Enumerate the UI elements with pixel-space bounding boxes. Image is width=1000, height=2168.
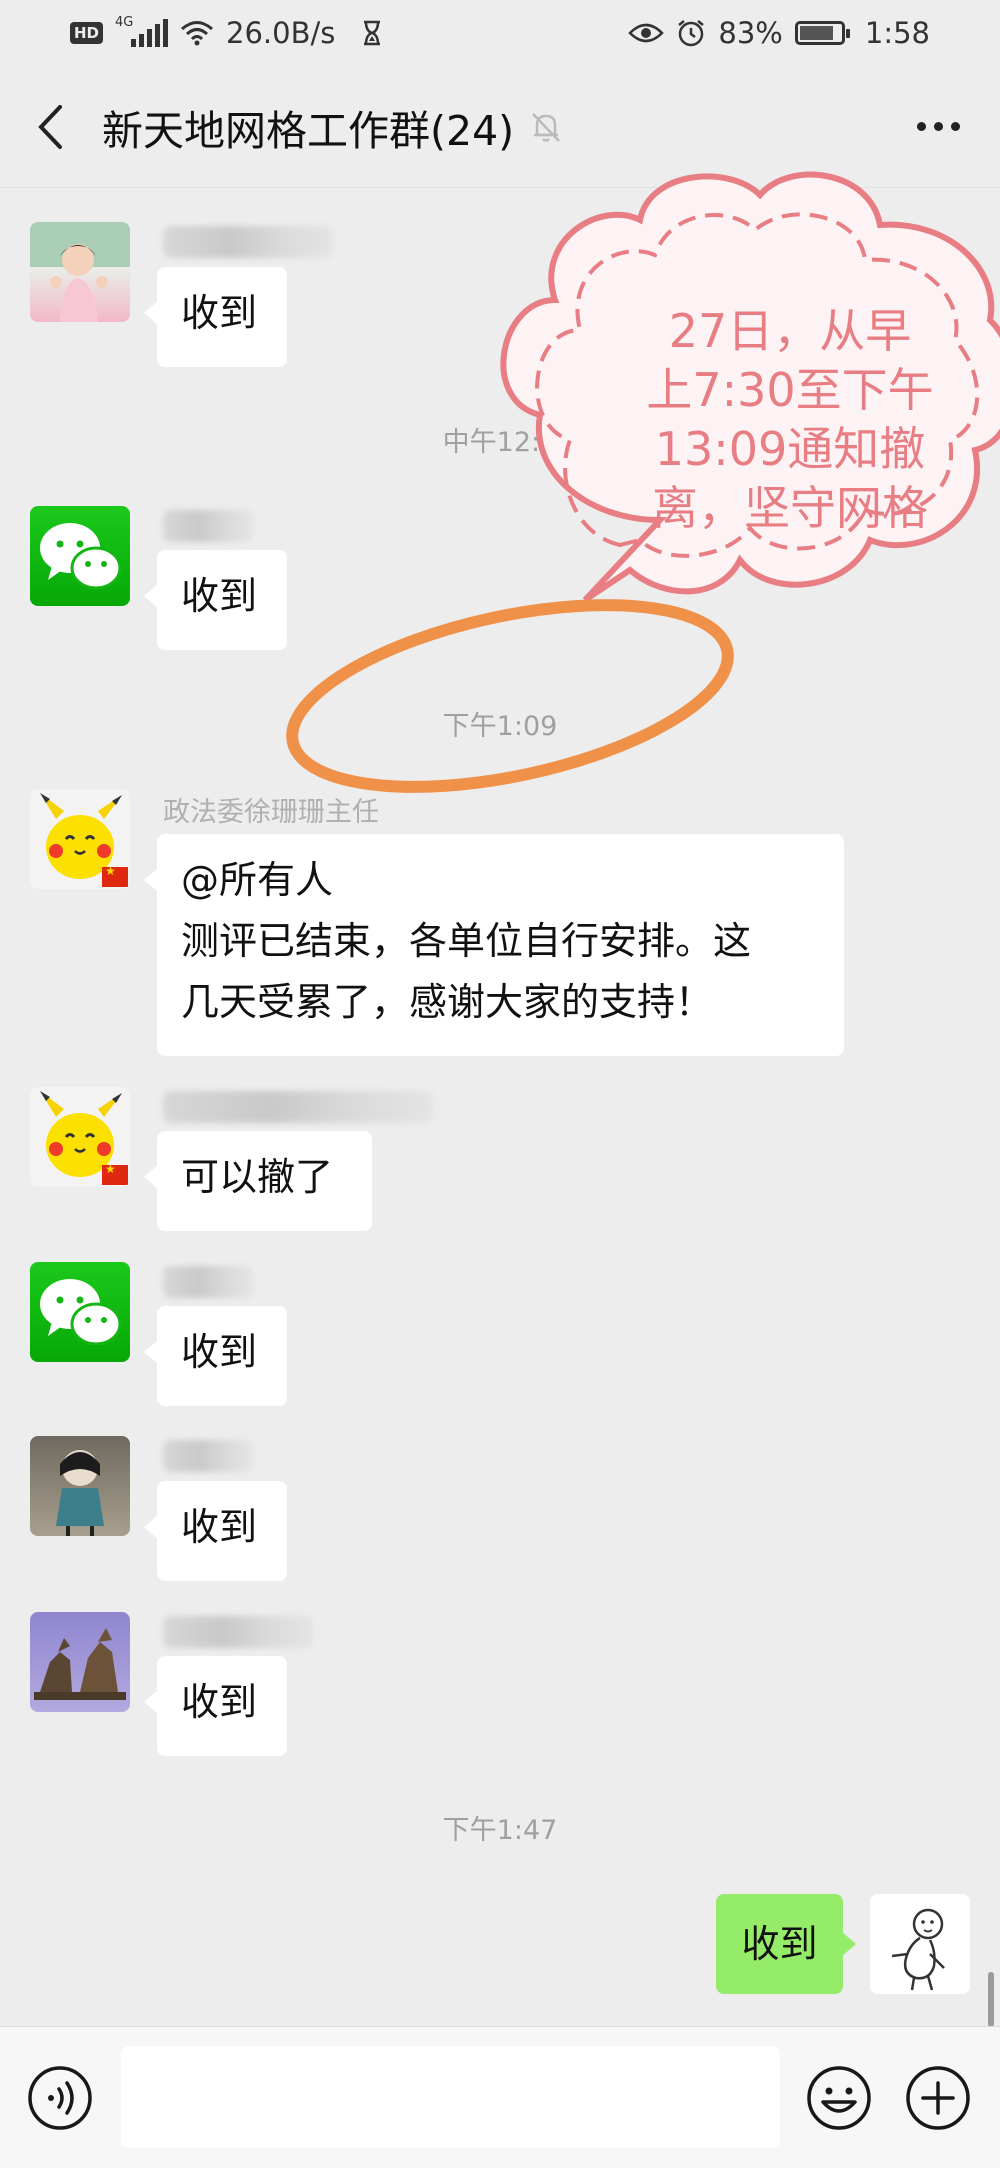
hd-badge: HD — [70, 22, 104, 44]
status-right: 83% 1:58 — [628, 16, 930, 50]
annotation-orange-circle — [286, 599, 734, 793]
my-message-bubble[interactable]: 收到 — [716, 1894, 856, 1994]
sketch-figure-avatar — [891, 1908, 945, 1991]
avatar[interactable] — [30, 222, 130, 322]
timestamp: 下午1:47 — [442, 1815, 558, 1846]
sender-name: 政法委徐珊珊主任 — [163, 797, 379, 828]
sender-name-blurred — [163, 1266, 253, 1298]
message-bubble[interactable]: 收到 — [144, 267, 287, 367]
china-flag-badge-icon — [102, 1162, 128, 1185]
wechat-default-avatar-icon — [40, 523, 122, 590]
message-bubble[interactable]: 收到 — [144, 1481, 287, 1581]
mute-bell-icon — [532, 112, 561, 142]
emoji-icon — [807, 2066, 871, 2130]
message-line: 测评已结束，各单位自行安排。这 — [181, 919, 752, 963]
message-bubble[interactable]: 收到 — [144, 550, 287, 650]
timestamp: 下午1:09 — [442, 711, 558, 742]
child-photo-avatar — [30, 222, 130, 322]
dot-icon — [951, 122, 960, 131]
horse-statue-avatar — [34, 1628, 126, 1700]
china-flag-badge-icon — [102, 864, 128, 887]
annotation-line: 27日，从早 — [668, 304, 912, 358]
avatar[interactable] — [30, 789, 130, 889]
hourglass-icon — [364, 20, 381, 46]
clock: 1:58 — [864, 16, 930, 50]
input-bar — [0, 2026, 1000, 2168]
battery-icon — [794, 21, 850, 45]
sender-name-blurred — [163, 226, 333, 258]
avatar[interactable] — [30, 1612, 130, 1712]
battery-level — [799, 26, 833, 40]
network-type-label: 4G — [115, 15, 134, 30]
network-speed: 26.0B/s — [226, 16, 336, 50]
message-bubble[interactable]: 收到 — [144, 1306, 287, 1406]
scrollbar-thumb[interactable] — [988, 1972, 994, 2027]
chevron-left-icon — [38, 104, 62, 149]
annotation-line: 离，坚守网格 — [652, 481, 928, 535]
alarm-icon — [678, 20, 705, 47]
my-avatar[interactable] — [870, 1894, 970, 1994]
avatar[interactable] — [30, 1436, 130, 1536]
message-input[interactable] — [121, 2046, 780, 2148]
emoji-button[interactable] — [806, 2065, 872, 2131]
message-bubble[interactable]: 可以撤了 — [144, 1131, 372, 1231]
annotation-text: 27日，从早 上7:30至下午 13:09通知撤 离，坚守网格 — [620, 302, 960, 538]
message-bubble[interactable]: @所有人 测评已结束，各单位自行安排。这 几天受累了，感谢大家的支持！ — [144, 834, 844, 1056]
message-bubble[interactable]: 收到 — [144, 1656, 287, 1756]
avatar[interactable] — [30, 1087, 130, 1187]
wechat-default-avatar-icon — [40, 1279, 122, 1346]
message-line: 几天受累了，感谢大家的支持！ — [181, 980, 714, 1024]
message-line: @所有人 — [181, 858, 334, 902]
status-bar: HD 4G 26.0B/s 83% 1:58 — [0, 0, 1000, 66]
more-functions-button[interactable] — [905, 2065, 971, 2131]
sender-name-blurred — [163, 1616, 313, 1648]
sender-name-blurred — [163, 1440, 253, 1472]
avatar[interactable] — [30, 506, 130, 606]
more-options-button[interactable] — [903, 108, 974, 145]
avatar[interactable] — [30, 1262, 130, 1362]
chat-header: 新天地网格工作群(24) — [0, 66, 1000, 188]
sender-name-blurred — [163, 510, 253, 542]
voice-input-button[interactable] — [27, 2065, 93, 2131]
sender-name-blurred — [163, 1091, 433, 1123]
plus-icon — [906, 2066, 970, 2130]
battery-percent: 83% — [718, 16, 783, 50]
cellular-signal-icon: 4G — [115, 15, 169, 47]
eye-comfort-icon — [628, 23, 665, 43]
doll-photo-avatar — [56, 1450, 104, 1536]
dot-icon — [917, 122, 926, 131]
status-left: HD 4G 26.0B/s — [70, 15, 383, 50]
back-button[interactable] — [26, 97, 74, 157]
voice-icon — [28, 2066, 92, 2130]
chat-title: 新天地网格工作群(24) — [102, 106, 515, 155]
wifi-icon — [181, 21, 213, 46]
dot-icon — [934, 122, 943, 131]
annotation-line: 上7:30至下午 — [646, 363, 934, 417]
annotation-line: 13:09通知撤 — [654, 422, 926, 476]
